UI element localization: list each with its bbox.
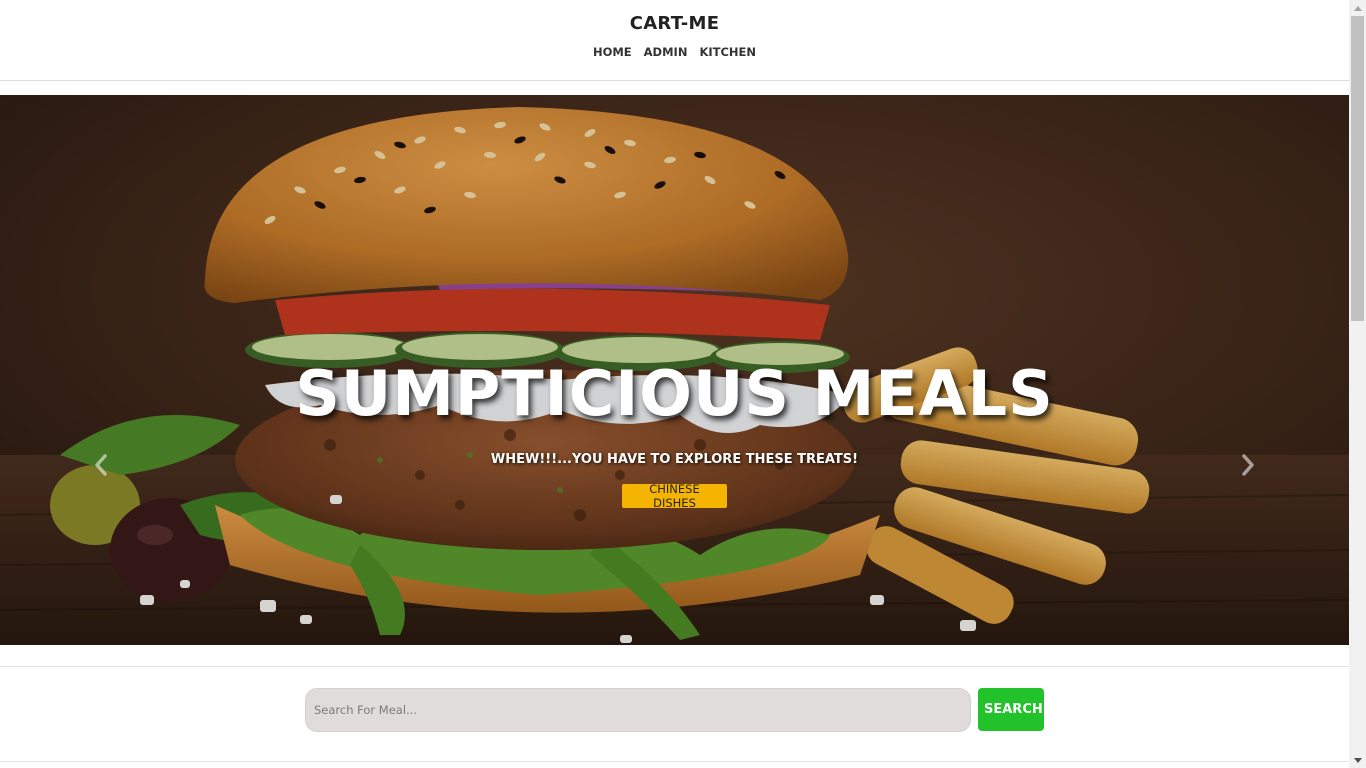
- caret-up-icon: [1353, 5, 1362, 11]
- chinese-dishes-button[interactable]: CHINESE DISHES: [622, 482, 727, 510]
- hero-subtitle: WHEW!!!...YOU HAVE TO EXPLORE THESE TREA…: [490, 452, 859, 467]
- scrollbar-thumb[interactable]: [1351, 16, 1364, 321]
- search-section: SEARCH: [0, 666, 1349, 762]
- search-input[interactable]: [305, 688, 971, 732]
- main-nav: HOME ADMIN KITCHEN: [0, 45, 1349, 59]
- carousel-next-button[interactable]: [1237, 451, 1259, 479]
- chevron-left-icon: [95, 454, 107, 476]
- hero-carousel: SUMPTICIOUS MEALS WHEW!!!...YOU HAVE TO …: [0, 95, 1349, 645]
- page-scrollbar[interactable]: [1349, 0, 1366, 768]
- carousel-prev-button[interactable]: [90, 451, 112, 479]
- brand-logo[interactable]: CART-ME: [0, 0, 1349, 34]
- scroll-up-button[interactable]: [1349, 1, 1366, 15]
- hero-title: SUMPTICIOUS MEALS: [295, 357, 1054, 430]
- scroll-down-button[interactable]: [1349, 753, 1366, 767]
- nav-kitchen-link[interactable]: KITCHEN: [699, 45, 756, 59]
- nav-home-link[interactable]: HOME: [593, 45, 632, 59]
- page: CART-ME HOME ADMIN KITCHEN SUMPTICIOUS M…: [0, 0, 1349, 768]
- nav-admin-link[interactable]: ADMIN: [644, 45, 688, 59]
- chevron-right-icon: [1242, 454, 1254, 476]
- caret-down-icon: [1353, 757, 1362, 763]
- search-button[interactable]: SEARCH: [978, 688, 1044, 731]
- site-header: CART-ME HOME ADMIN KITCHEN: [0, 0, 1349, 81]
